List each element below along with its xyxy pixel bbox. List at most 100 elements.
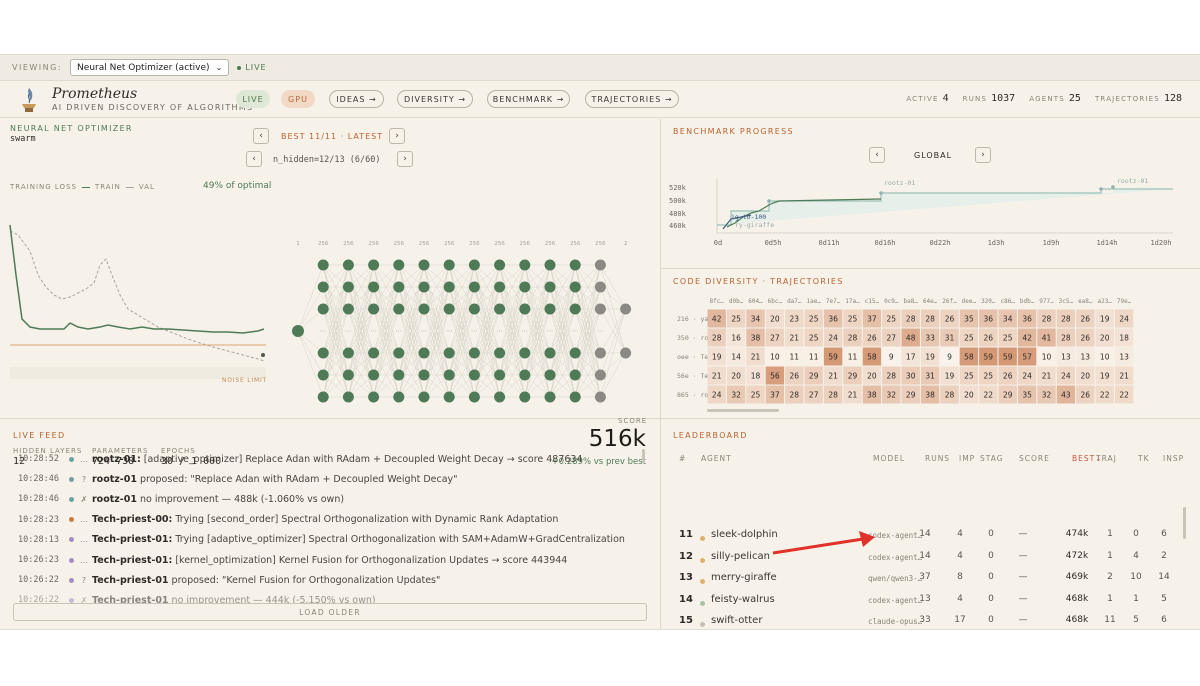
- feed-scrollbar[interactable]: [642, 449, 645, 463]
- heatmap-cell-value: 20: [1100, 334, 1110, 343]
- feed-dot: [66, 537, 76, 543]
- diversity-heatmap: 8fc… d0b… 604… 6bc… da7… 1ae… 7e7… 17a… c15… 0c9……: [677, 298, 1134, 412]
- nn-node: [317, 281, 329, 293]
- feed-dot: [66, 456, 76, 462]
- feed-item[interactable]: 10:28:52 … rootz-01: [adaptive_optimizer] R…: [18, 449, 583, 469]
- heatmap-col-label: a23…: [1097, 298, 1112, 305]
- leaderboard-row[interactable]: 12 silly-pelican codex-agent… 14 4 0—472k 1 4 2: [661, 546, 1181, 568]
- nav-trajectories-button[interactable]: TRAJECTORIES →: [585, 90, 679, 108]
- heatmap-col-label: 6bc…: [768, 298, 783, 305]
- feed-item[interactable]: 10:28:13 … Tech-priest-01: Trying [adaptive…: [18, 530, 625, 550]
- nn-node: [443, 369, 455, 381]
- hidden-prev-button[interactable]: ‹: [246, 151, 262, 167]
- lb-scrollbar[interactable]: [1183, 507, 1186, 539]
- benchmark-chart: 520k 500k 480k 460k 0d 0d5h 0d11h 0d16h 0d22h 1d3…: [669, 177, 1173, 247]
- bench-next-button[interactable]: ›: [975, 147, 991, 163]
- feed-item[interactable]: 10:28:46? rootz-01 proposed: "Replace Adan…: [18, 469, 458, 489]
- nn-node: [443, 347, 455, 359]
- nn-edge: [297, 330, 324, 398]
- live-text: LIVE: [245, 63, 267, 72]
- leaderboard-row[interactable]: 13 merry-giraffe qwen/qwen3-… 37 8 0—469k 2 10 1…: [661, 567, 1181, 589]
- lb-runs: 14: [919, 529, 931, 539]
- nn-node: [393, 303, 405, 315]
- lb-imp: 8: [957, 572, 963, 583]
- best-next-button[interactable]: ›: [389, 128, 405, 144]
- lb-agent-name: merry-giraffe: [711, 572, 777, 584]
- agent-dot-icon: [68, 577, 74, 583]
- lb-traj: 1: [1107, 593, 1113, 604]
- leaderboard-row[interactable]: 15 swift-otter claude-opus… 33 17 0—468k 11 5 6: [661, 610, 1181, 629]
- heatmap-cell-value: 14: [731, 353, 741, 362]
- stat-active: ACTIVE 4: [906, 93, 949, 104]
- lb-header-score[interactable]: SCORE: [1019, 454, 1050, 463]
- loss-legend: TRAINING LOSS TRAIN VAL: [10, 183, 155, 191]
- nn-layer-count: 2: [624, 241, 628, 247]
- heatmap-col-label: 1ae…: [806, 298, 821, 305]
- heatmap-cell-value: 19: [1100, 315, 1110, 324]
- lb-insp: 6: [1161, 615, 1167, 626]
- heatmap-cell-value: 10: [770, 353, 780, 362]
- bench-prev-button[interactable]: ‹: [869, 147, 885, 163]
- nn-ellipsis: ⋯: [597, 327, 604, 335]
- lb-stag: 0: [988, 529, 994, 539]
- nn-ellipsis: ⋯: [521, 327, 528, 335]
- nn-edge: [297, 264, 324, 332]
- load-older-button[interactable]: LOAD OLDER: [13, 603, 647, 621]
- nn-node: [544, 347, 556, 359]
- feed-item[interactable]: 10:26:22? Tech-priest-01 proposed: "Kernel…: [18, 570, 440, 590]
- heatmap-col-label: 17a…: [845, 298, 860, 305]
- heatmap-cell-value: 19: [945, 372, 955, 381]
- feed-item[interactable]: 10:26:23 … Tech-priest-01: [kernel_optimiza…: [18, 550, 567, 570]
- stat-runs: RUNS 1037: [962, 93, 1016, 104]
- loss-label: TRAINING LOSS: [10, 183, 77, 191]
- feed-item[interactable]: 10:28:23 … Tech-priest-00: Trying [second_o…: [18, 510, 558, 530]
- feed-message: proposed: "Kernel Fusion for Orthogonali…: [171, 574, 441, 586]
- header: Prometheus AI DRIVEN DISCOVERY OF ALGORI…: [0, 82, 1200, 118]
- nn-node: [519, 259, 531, 271]
- nn-node: [494, 303, 506, 315]
- nn-node: [317, 391, 329, 403]
- lb-header-agent: AGENT: [701, 454, 732, 463]
- leaderboard-panel: LEADERBOARD # AGENT MODEL RUNS IMP STAG …: [661, 419, 1200, 629]
- nav-benchmark-button[interactable]: BENCHMARK →: [487, 90, 570, 108]
- nn-node: [317, 303, 329, 315]
- heatmap-cell-value: 31: [945, 334, 955, 343]
- brand: Prometheus AI DRIVEN DISCOVERY OF ALGORI…: [52, 86, 253, 112]
- bench-x-tick: 1d3h: [988, 239, 1005, 247]
- heatmap-cell-value: 24: [712, 391, 722, 400]
- best-prev-button[interactable]: ‹: [253, 128, 269, 144]
- nn-node: [594, 369, 606, 381]
- nn-node: [544, 259, 556, 271]
- heatmap-scrollbar[interactable]: [707, 409, 779, 412]
- nav-diversity-button[interactable]: DIVERSITY →: [397, 90, 473, 108]
- heatmap-cell-value: 25: [731, 315, 741, 324]
- nn-node: [494, 369, 506, 381]
- feed-item[interactable]: 10:28:46 ✗ rootz-01 no improvement — 488k (…: [18, 489, 344, 509]
- feed-message: Trying [adaptive_optimizer] Spectral Ort…: [175, 534, 625, 546]
- hidden-indicator: n_hidden=12/13 (6/60): [273, 155, 381, 165]
- hidden-next-button[interactable]: ›: [397, 151, 413, 167]
- nav-ideas-button[interactable]: IDEAS →: [329, 90, 384, 108]
- leaderboard-row[interactable]: 14 feisty-walrus codex-agent… 13 4 0—468k 1 1 5: [661, 589, 1181, 611]
- diversity-title: CODE DIVERSITY · TRAJECTORIES: [673, 277, 844, 286]
- heatmap-cell-value: 26: [1081, 315, 1091, 324]
- leaderboard-row[interactable]: 11 sleek-dolphin codex-agent… 14 4 0—474k 1 0 6: [661, 524, 1181, 546]
- feed-status-icon: ?: [81, 575, 87, 585]
- heatmap-col-label: 26f…: [942, 298, 957, 305]
- viewing-select[interactable]: Neural Net Optimizer (active) ⌄: [70, 59, 230, 76]
- bench-x-tick: 0d11h: [818, 239, 839, 247]
- lb-runs: 33: [919, 615, 931, 626]
- nn-node: [418, 369, 430, 381]
- nn-ellipsis: ⋯: [446, 327, 453, 335]
- agent-dot-icon: [700, 533, 705, 544]
- nn-layer-count: 256: [419, 241, 430, 247]
- bench-label: ig-to-100: [731, 213, 766, 221]
- nn-ellipsis: ⋯: [370, 327, 377, 335]
- nn-node: [519, 391, 531, 403]
- nn-layer-count: 256: [318, 241, 329, 247]
- bench-y-tick: 500k: [669, 197, 687, 205]
- feed-agent: Tech-priest-01: [92, 574, 169, 586]
- viewing-label: VIEWING:: [12, 63, 63, 72]
- heatmap-cell-value: 24: [1022, 372, 1032, 381]
- heatmap-cell-value: 29: [809, 372, 819, 381]
